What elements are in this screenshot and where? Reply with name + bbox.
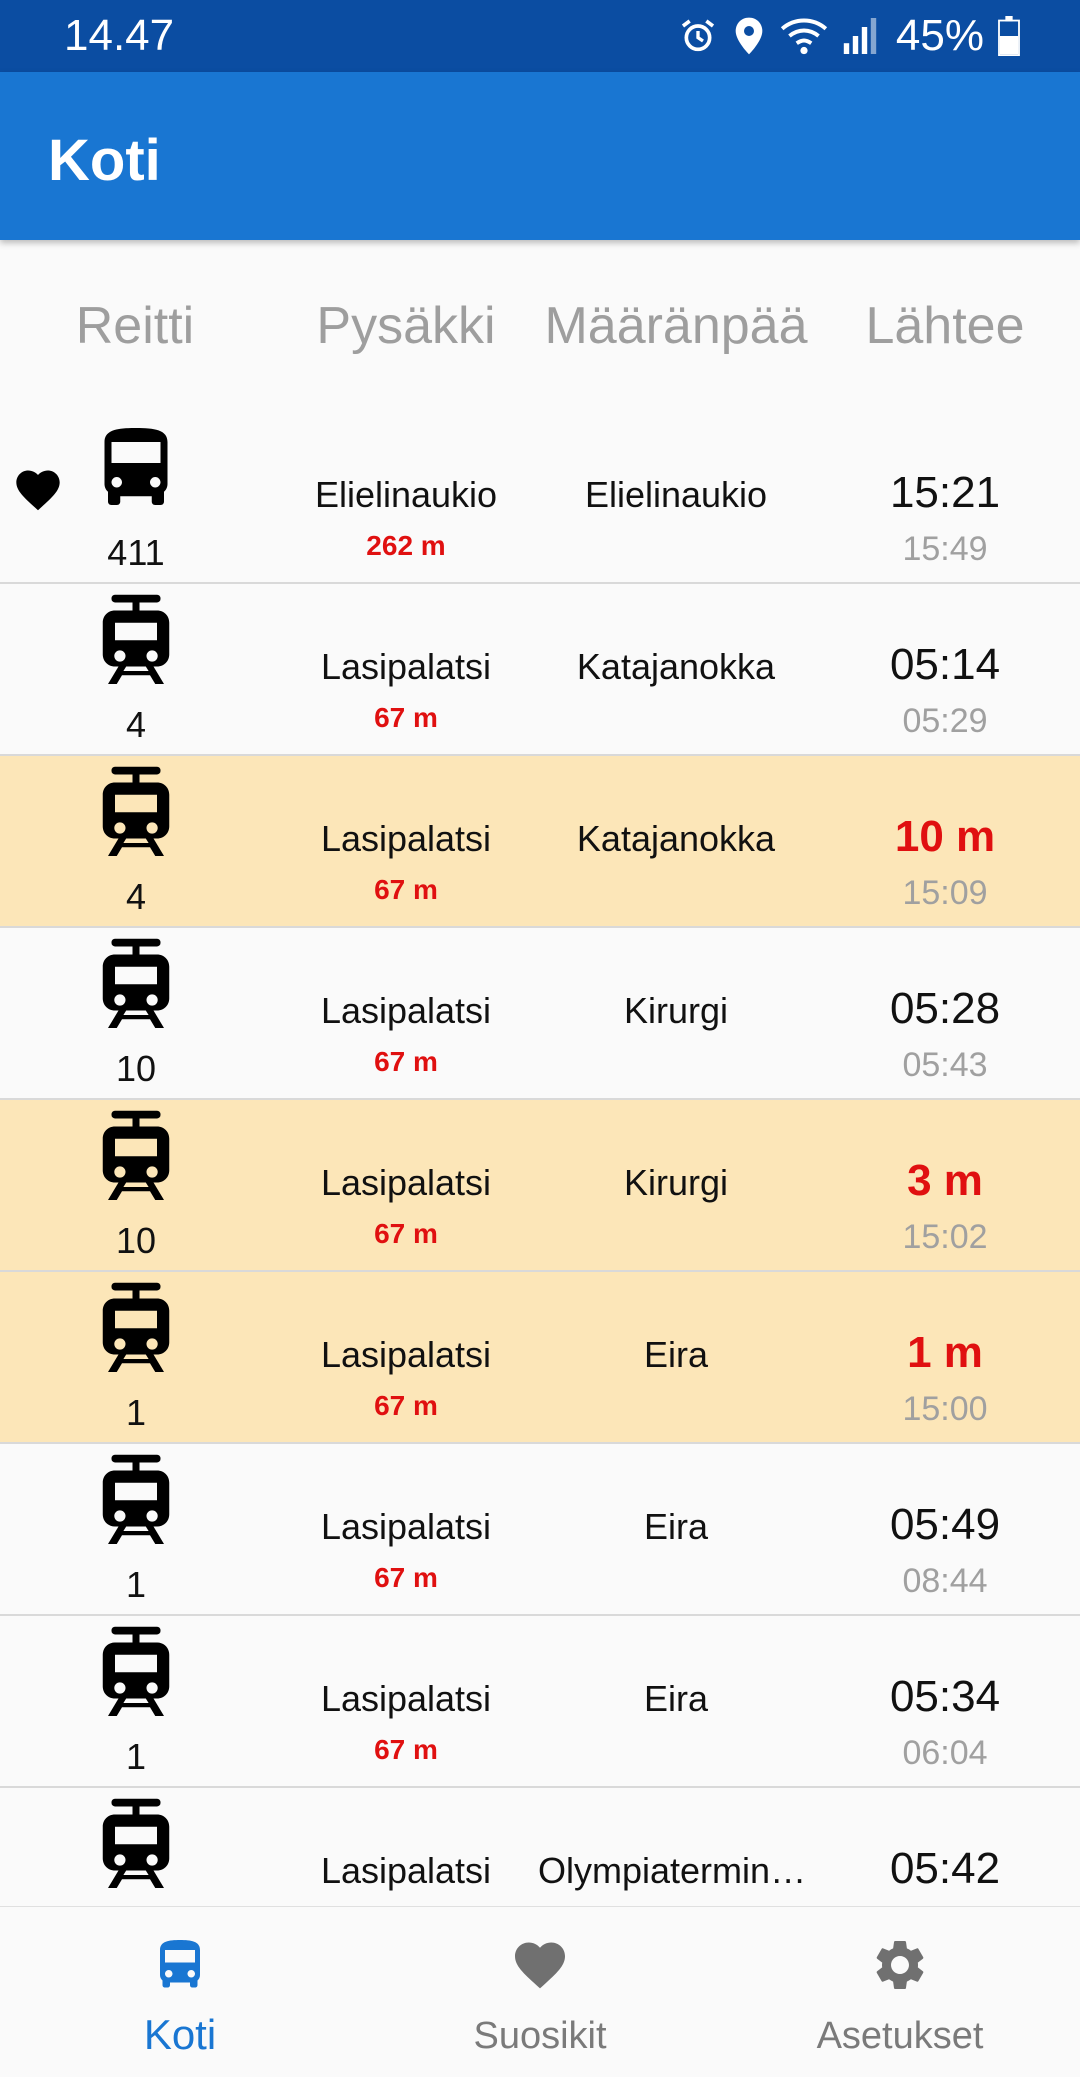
departure-time: 05:28	[889, 984, 1001, 1033]
destination: Kirurgi	[623, 990, 729, 1031]
departure-row[interactable]: 4 Lasipalatsi 67 m Katajanokka 10 m 15:09	[0, 756, 1080, 928]
departure-time: 15:21	[889, 468, 1001, 517]
stop-distance: 67 m	[374, 702, 438, 733]
route-number: 10	[115, 1048, 157, 1089]
stop-name: Lasipalatsi	[320, 1506, 492, 1547]
route-number: 411	[107, 532, 165, 573]
stop-distance: 67 m	[374, 1046, 438, 1077]
stop-name: Lasipalatsi	[320, 1334, 492, 1375]
tram-icon	[94, 1108, 178, 1208]
stop-name: Elielinaukio	[314, 474, 498, 515]
bottom-navigation: Koti Suosikit Asetukset	[0, 1906, 1080, 2077]
destination: Elielinaukio	[584, 474, 768, 515]
alarm-icon	[678, 16, 718, 56]
departure-row[interactable]: 1 Lasipalatsi 67 m Eira 1 m 15:00	[0, 1272, 1080, 1444]
bus-icon	[94, 420, 178, 520]
departure-time: 3 m	[907, 1156, 983, 1205]
departure-list[interactable]: 411 Elielinaukio 262 m Elielinaukio 15:21 15:…	[0, 412, 1080, 1906]
stop-name: Lasipalatsi	[320, 990, 492, 1031]
route-number: 1	[125, 1736, 147, 1777]
stop-distance: 67 m	[374, 1218, 438, 1249]
stop-distance: 67 m	[374, 874, 438, 905]
departure-row[interactable]: 4 Lasipalatsi 67 m Katajanokka 05:14 05:29	[0, 584, 1080, 756]
destination: Eira	[643, 1334, 709, 1375]
status-icons: 45%	[678, 8, 1020, 64]
location-icon	[732, 16, 766, 56]
app-bar: Koti	[0, 72, 1080, 240]
stop-distance: 67 m	[374, 1390, 438, 1421]
stop-name: Lasipalatsi	[320, 1678, 492, 1719]
nav-koti-label: Koti	[143, 2011, 217, 2058]
header-departs: Lähtee	[865, 297, 1025, 355]
tram-icon	[94, 1796, 178, 1896]
departure-row[interactable]: 10 Lasipalatsi 67 m Kirurgi 05:28 05:43	[0, 928, 1080, 1100]
column-headers: Reitti Pysäkki Määränpää Lähtee	[0, 240, 1080, 412]
stop-name: Lasipalatsi	[320, 646, 492, 687]
heart-icon	[515, 1942, 565, 1989]
status-bar: 14.47 45%	[0, 0, 1080, 72]
scheduled-time: 08:44	[902, 1562, 988, 1600]
gear-icon	[876, 1941, 924, 1989]
scheduled-time: 05:29	[902, 702, 988, 740]
stop-name: Lasipalatsi	[320, 1850, 492, 1891]
wifi-icon	[780, 16, 828, 56]
favorite-heart-icon[interactable]	[12, 464, 64, 516]
stop-name: Lasipalatsi	[320, 1162, 492, 1203]
destination: Olympiaterminaali	[538, 1850, 814, 1891]
departure-time: 05:42	[889, 1844, 1001, 1893]
tram-icon	[94, 1452, 178, 1552]
departure-row[interactable]: 1 Lasipalatsi 67 m Eira 05:49 08:44	[0, 1444, 1080, 1616]
route-number: 1	[125, 1392, 147, 1433]
scheduled-time: 15:02	[902, 1218, 988, 1256]
tram-icon	[94, 1280, 178, 1380]
nav-suosikit-label: Suosikit	[473, 2015, 607, 2057]
departure-row[interactable]: 1 Lasipalatsi 67 m Eira 05:34 06:04	[0, 1616, 1080, 1788]
scheduled-time: 15:49	[902, 530, 988, 568]
destination: Eira	[643, 1506, 709, 1547]
scheduled-time: 06:04	[902, 1734, 988, 1772]
scheduled-time: 15:00	[902, 1390, 988, 1428]
header-route: Reitti	[75, 297, 195, 355]
nav-koti[interactable]: Koti	[50, 1907, 310, 2077]
tram-icon	[94, 592, 178, 692]
departure-time: 05:34	[889, 1672, 1001, 1721]
departure-row[interactable]: Lasipalatsi Olympiaterminaali 05:42	[0, 1788, 1080, 1906]
stop-name: Lasipalatsi	[320, 818, 492, 859]
tram-icon	[94, 1624, 178, 1724]
header-stop: Pysäkki	[316, 297, 496, 355]
battery-icon	[998, 16, 1020, 56]
destination: Kirurgi	[623, 1162, 729, 1203]
nav-asetukset-label: Asetukset	[816, 2015, 984, 2057]
route-number: 4	[125, 876, 147, 917]
departure-row[interactable]: 10 Lasipalatsi 67 m Kirurgi 3 m 15:02	[0, 1100, 1080, 1272]
departure-row[interactable]: 411 Elielinaukio 262 m Elielinaukio 15:21 15:…	[0, 412, 1080, 584]
route-number: 1	[125, 1564, 147, 1605]
route-number: 10	[115, 1220, 157, 1261]
signal-icon	[842, 16, 878, 56]
stop-distance: 67 m	[374, 1734, 438, 1765]
scheduled-time: 05:43	[902, 1046, 988, 1084]
stop-distance: 262 m	[366, 530, 446, 561]
bus-icon	[160, 1940, 200, 1988]
destination: Katajanokka	[576, 646, 776, 687]
nav-suosikit[interactable]: Suosikit	[410, 1907, 670, 2077]
departure-time: 1 m	[907, 1328, 983, 1377]
destination: Katajanokka	[576, 818, 776, 859]
header-destination: Määränpää	[544, 297, 808, 355]
battery-percent: 45%	[895, 11, 984, 60]
route-number: 4	[125, 704, 147, 745]
destination: Eira	[643, 1678, 709, 1719]
page-title: Koti	[48, 128, 161, 193]
tram-icon	[94, 936, 178, 1036]
nav-asetukset[interactable]: Asetukset	[770, 1907, 1030, 2077]
departure-time: 05:49	[889, 1500, 1001, 1549]
stop-distance: 67 m	[374, 1562, 438, 1593]
status-time: 14.47	[64, 11, 175, 60]
scheduled-time: 15:09	[902, 874, 988, 912]
tram-icon	[94, 764, 178, 864]
departure-time: 05:14	[889, 640, 1001, 689]
departure-time: 10 m	[894, 812, 996, 861]
